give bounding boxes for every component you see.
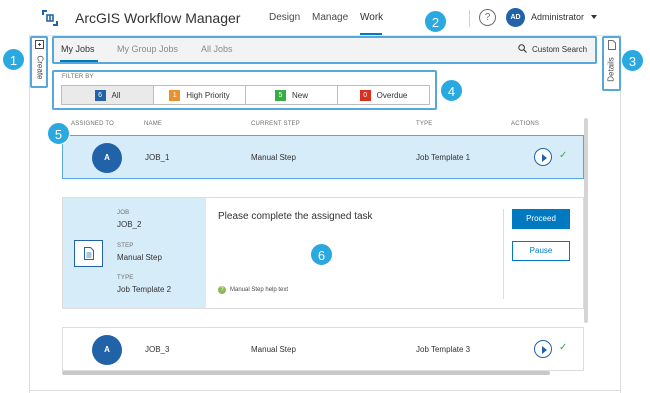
vertical-scrollbar[interactable] <box>584 118 588 323</box>
frame-bottom-border <box>29 390 621 391</box>
details-highlight <box>602 36 621 91</box>
check-icon[interactable]: ✓ <box>559 342 567 353</box>
job-current-step: Manual Step <box>251 153 296 162</box>
user-name[interactable]: Administrator <box>531 12 584 22</box>
task-title: Please complete the assigned task <box>218 211 373 222</box>
document-icon <box>84 247 94 260</box>
column-header-type: TYPE <box>416 121 433 127</box>
callout-3: 3 <box>621 49 644 72</box>
job-key: JOB <box>117 210 130 216</box>
check-icon[interactable]: ✓ <box>559 150 567 161</box>
column-header-actions: ACTIONS <box>511 121 540 127</box>
workflow-logo-icon[interactable] <box>41 9 59 27</box>
avatar: A <box>92 143 122 173</box>
user-avatar[interactable]: AD <box>506 8 525 27</box>
job-value: JOB_2 <box>117 220 142 229</box>
pause-button[interactable]: Pause <box>512 241 570 261</box>
callout-4: 4 <box>440 79 463 102</box>
callout-2: 2 <box>424 10 447 33</box>
type-value: Job Template 2 <box>117 285 172 294</box>
type-key: TYPE <box>117 275 134 281</box>
nav-manage[interactable]: Manage <box>312 12 348 23</box>
column-header-current-step[interactable]: CURRENT STEP <box>251 121 300 127</box>
start-job-button[interactable] <box>534 148 552 166</box>
play-icon <box>542 346 547 354</box>
start-job-button[interactable] <box>534 340 552 358</box>
header-divider <box>469 10 470 27</box>
app-title: ArcGIS Workflow Manager <box>75 10 241 26</box>
help-icon[interactable]: ? <box>479 9 496 26</box>
chevron-down-icon[interactable] <box>591 15 597 19</box>
job-type: Job Template 1 <box>416 153 471 162</box>
job-name: JOB_3 <box>145 345 170 354</box>
help-icon: ? <box>218 286 226 294</box>
step-value: Manual Step <box>117 253 162 262</box>
job-name: JOB_1 <box>145 153 170 162</box>
job-document-button[interactable] <box>74 240 103 267</box>
proceed-button[interactable]: Proceed <box>512 209 570 229</box>
job-row-1[interactable]: A JOB_1 Manual Step Job Template 1 ✓ <box>62 135 584 179</box>
avatar: A <box>92 335 122 365</box>
top-navigation-bar: ArcGIS Workflow Manager Design Manage Wo… <box>29 0 621 36</box>
horizontal-scrollbar[interactable] <box>62 371 550 375</box>
filter-highlight <box>52 70 437 110</box>
play-icon <box>542 154 547 162</box>
job-row-3[interactable]: A JOB_3 Manual Step Job Template 3 ✓ <box>62 327 584 371</box>
tabs-highlight <box>52 36 597 64</box>
nav-active-indicator <box>360 33 382 35</box>
column-header-assigned-to[interactable]: ASSIGNED TO <box>71 121 114 127</box>
column-header-name[interactable]: NAME <box>144 121 162 127</box>
callout-1: 1 <box>2 48 25 71</box>
callout-5: 5 <box>47 122 70 145</box>
nav-work[interactable]: Work <box>360 12 383 23</box>
step-key: STEP <box>117 243 134 249</box>
detail-divider <box>503 209 504 299</box>
create-highlight <box>30 36 48 88</box>
step-help-text: Manual Step help text <box>230 287 289 293</box>
job-detail-summary: JOB JOB_2 STEP Manual Step TYPE Job Temp… <box>63 198 206 308</box>
job-current-step: Manual Step <box>251 345 296 354</box>
nav-design[interactable]: Design <box>269 12 300 23</box>
callout-6: 6 <box>310 243 333 266</box>
job-type: Job Template 3 <box>416 345 471 354</box>
